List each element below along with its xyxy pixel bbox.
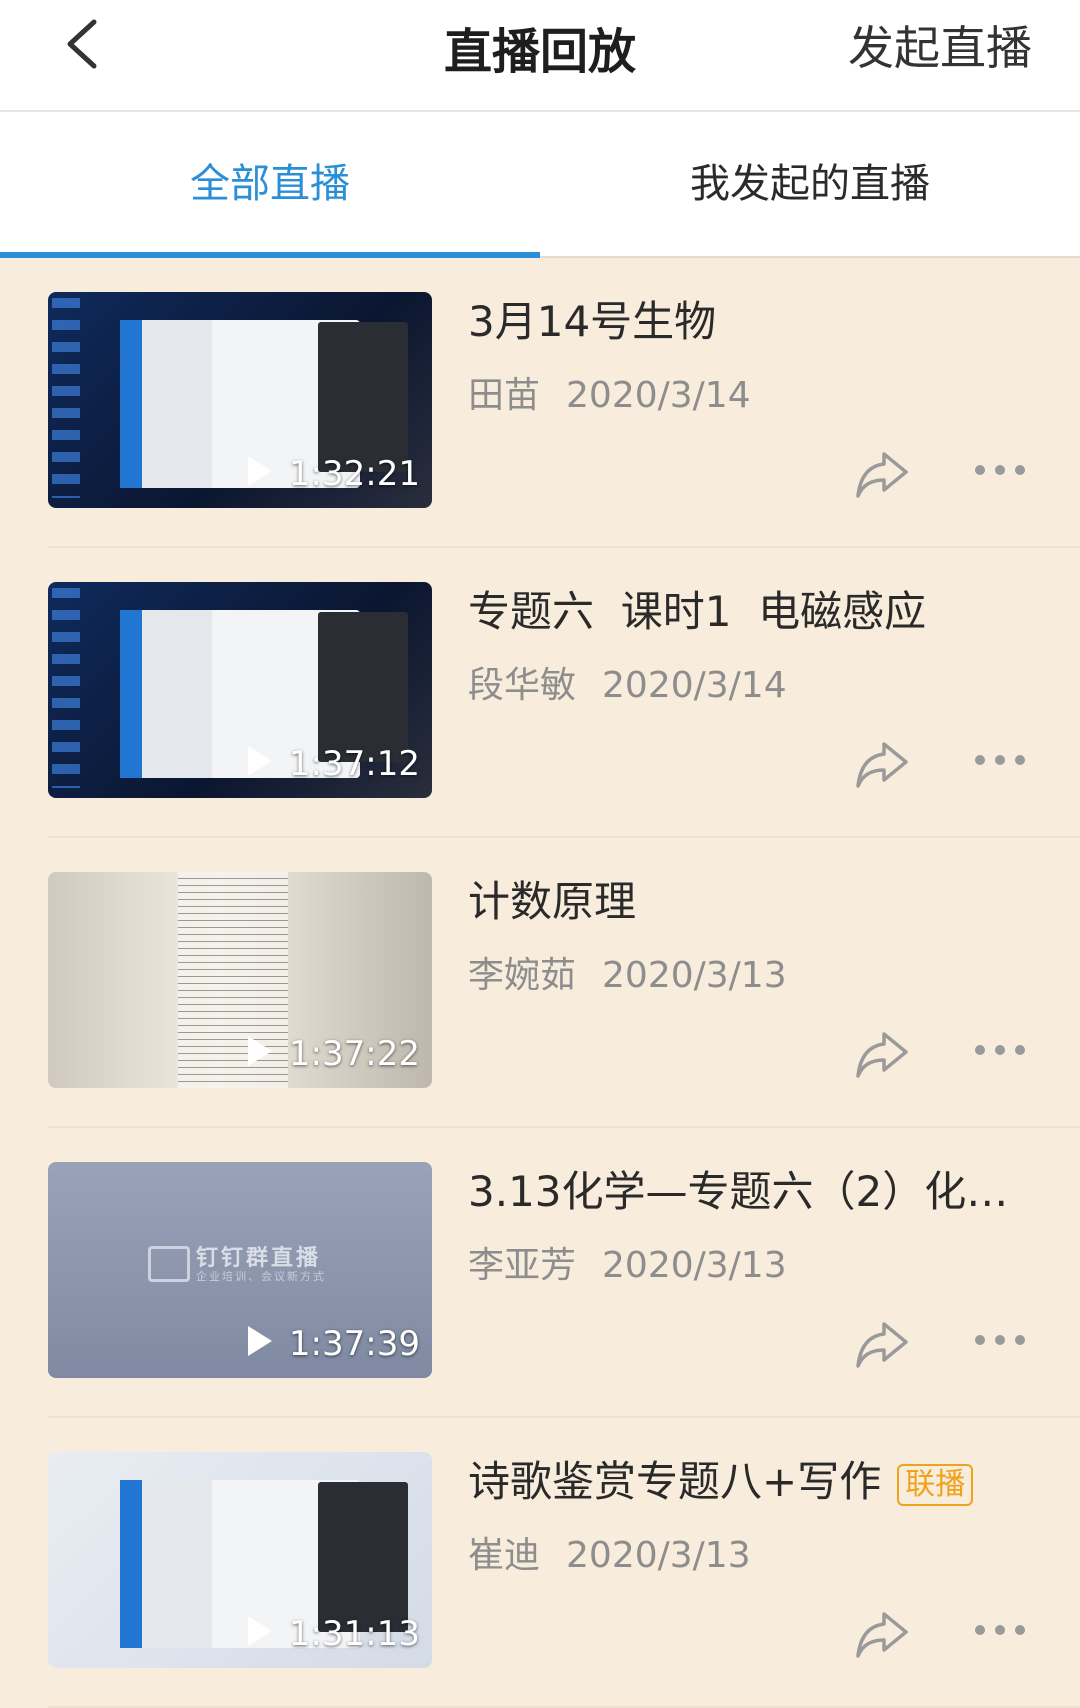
video-duration: 1:37:12 [288,744,420,784]
share-icon[interactable] [854,1608,910,1660]
list-item[interactable]: 钉钉群直播 企业培训、会议新方式 1:37:39 3.13化学—专题六（2）化…… [48,1128,1080,1418]
video-duration: 1:37:39 [288,1324,420,1364]
item-meta: 田苗 2020/3/14 [468,366,751,418]
item-author: 段华敏 [468,665,577,706]
play-icon [248,1326,272,1356]
item-meta: 段华敏 2020/3/14 [468,656,787,708]
tv-icon [148,1246,190,1282]
share-icon[interactable] [854,448,910,500]
item-date: 2020/3/14 [602,665,787,706]
top-bar: 直播回放 发起直播 [0,0,1080,112]
play-icon [248,746,272,776]
more-options-icon[interactable] [974,1332,1026,1348]
video-duration: 1:31:13 [288,1614,420,1654]
more-options-icon[interactable] [974,1042,1026,1058]
item-title: 诗歌鉴赏专题八+写作 联播 [468,1448,1028,1509]
video-thumbnail[interactable]: 1:37:12 [48,582,432,798]
item-date: 2020/3/13 [602,955,787,996]
item-title: 计数原理 [468,877,637,926]
video-thumbnail[interactable]: 钉钉群直播 企业培训、会议新方式 1:37:39 [48,1162,432,1378]
video-thumbnail[interactable]: 1:32:21 [48,292,432,508]
play-icon [248,456,272,486]
tab-bar: 全部直播 我发起的直播 [0,112,1080,258]
start-live-button[interactable]: 发起直播 [848,12,1032,78]
item-meta: 崔迪 2020/3/13 [468,1526,751,1578]
item-title: 3月14号生物 [468,297,717,346]
more-options-icon[interactable] [974,752,1026,768]
item-title: 专题六 课时1 电磁感应 [468,587,927,636]
replay-list: 1:32:21 3月14号生物 田苗 2020/3/14 1:37:12 专题六 … [0,258,1080,1708]
item-meta: 李婉茹 2020/3/13 [468,946,787,998]
item-date: 2020/3/13 [602,1245,787,1286]
video-thumbnail[interactable]: 1:37:22 [48,872,432,1088]
video-duration: 1:32:21 [288,454,420,494]
item-author: 李亚芳 [468,1245,577,1286]
play-icon [248,1036,272,1066]
list-item[interactable]: 1:37:12 专题六 课时1 电磁感应 段华敏 2020/3/14 [48,548,1080,838]
tab-all-live[interactable]: 全部直播 [0,112,540,256]
share-icon[interactable] [854,1028,910,1080]
more-options-icon[interactable] [974,462,1026,478]
video-thumbnail[interactable]: 1:31:13 [48,1452,432,1668]
thumbnail-subtitle: 企业培训、会议新方式 [196,1270,326,1283]
item-meta: 李亚芳 2020/3/13 [468,1236,787,1288]
item-date: 2020/3/14 [566,375,751,416]
share-icon[interactable] [854,738,910,790]
item-date: 2020/3/13 [566,1535,751,1576]
list-item[interactable]: 1:37:22 计数原理 李婉茹 2020/3/13 [48,838,1080,1128]
item-author: 田苗 [468,375,541,416]
share-icon[interactable] [854,1318,910,1370]
item-author: 崔迪 [468,1535,541,1576]
simulcast-badge: 联播 [897,1463,974,1506]
play-icon [248,1616,272,1646]
list-item[interactable]: 1:31:13 诗歌鉴赏专题八+写作 联播 崔迪 2020/3/13 [48,1418,1080,1708]
list-item[interactable]: 1:32:21 3月14号生物 田苗 2020/3/14 [48,258,1080,548]
tab-my-live[interactable]: 我发起的直播 [540,112,1080,256]
more-options-icon[interactable] [974,1622,1026,1638]
item-title: 3.13化学—专题六（2）化… [468,1167,1009,1216]
item-author: 李婉茹 [468,955,577,996]
video-duration: 1:37:22 [288,1034,420,1074]
